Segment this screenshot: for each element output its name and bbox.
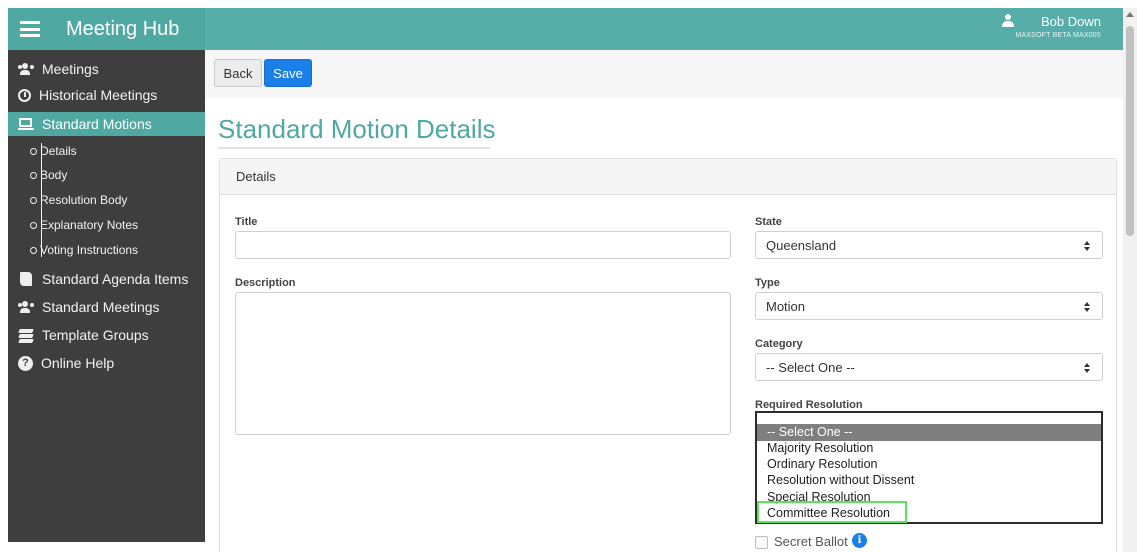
submenu-item-label: Resolution Body <box>40 193 128 207</box>
active-indicator <box>205 116 213 132</box>
hamburger-menu-icon[interactable] <box>20 21 40 37</box>
bullet-icon <box>30 171 37 179</box>
sidebar-item-label: Historical Meetings <box>39 87 158 103</box>
submenu-item-resolution-body[interactable]: Resolution Body <box>8 189 205 211</box>
category-select[interactable]: -- Select One -- <box>755 353 1103 381</box>
state-select[interactable]: Queensland <box>755 231 1103 259</box>
sidebar-item-label: Standard Agenda Items <box>42 271 189 287</box>
type-select[interactable]: Motion <box>755 292 1103 320</box>
state-label: State <box>755 216 782 228</box>
bottom-strip <box>0 542 210 552</box>
bullet-icon <box>30 147 37 155</box>
option-resolution-without-dissent[interactable]: Resolution without Dissent <box>757 472 1101 489</box>
scroll-thumb[interactable] <box>1126 26 1134 236</box>
top-bar: Bob Down MAXSOFT BETA MAX005 <box>205 8 1123 50</box>
app-title: Meeting Hub <box>66 17 180 40</box>
sidebar-item-standard-motions[interactable]: Standard Motions <box>8 112 213 136</box>
back-button[interactable]: Back <box>214 59 262 87</box>
bullet-icon <box>30 246 37 254</box>
scroll-icon <box>18 272 34 286</box>
toolbar: Back Save <box>205 50 1123 98</box>
submenu-item-body[interactable]: Body <box>8 164 205 186</box>
sidebar-item-meetings[interactable]: Meetings <box>8 57 205 81</box>
user-organisation: MAXSOFT BETA MAX005 <box>1015 32 1101 39</box>
highlight-box <box>757 501 907 523</box>
scrollbar[interactable] <box>1123 8 1137 552</box>
secret-ballot-label: Secret Ballot <box>774 534 848 549</box>
select-arrows-icon <box>1084 363 1090 375</box>
bullet-icon <box>30 221 37 229</box>
select-arrows-icon <box>1084 241 1090 253</box>
sidebar-item-standard-meetings[interactable]: Standard Meetings <box>8 295 205 319</box>
layers-icon <box>18 328 34 343</box>
help-icon: ? <box>18 355 33 371</box>
history-icon <box>18 88 31 102</box>
required-resolution-label: Required Resolution <box>755 399 863 411</box>
sidebar-item-label: Meetings <box>42 61 99 77</box>
sidebar: Meetings Historical Meetings Standard Mo… <box>8 50 213 542</box>
user-icon[interactable] <box>1001 14 1015 30</box>
sidebar-item-template-groups[interactable]: Template Groups <box>8 323 205 347</box>
sidebar-item-online-help[interactable]: ? Online Help <box>8 351 205 375</box>
description-textarea[interactable] <box>235 292 731 435</box>
type-label: Type <box>755 277 780 289</box>
submenu-item-details[interactable]: Details <box>8 140 205 162</box>
title-input[interactable] <box>235 231 731 259</box>
save-button[interactable]: Save <box>264 59 312 87</box>
info-icon[interactable]: i <box>852 533 867 548</box>
option-ordinary-resolution[interactable]: Ordinary Resolution <box>757 456 1101 473</box>
bullet-icon <box>30 196 37 204</box>
state-select-value: Queensland <box>766 237 837 253</box>
sidebar-item-label: Standard Motions <box>42 116 152 132</box>
sidebar-item-label: Online Help <box>41 355 115 371</box>
secret-ballot-checkbox[interactable] <box>755 536 768 549</box>
sidebar-item-label: Template Groups <box>42 327 149 343</box>
submenu-item-label: Details <box>40 144 77 158</box>
left-edge <box>0 8 8 542</box>
description-label: Description <box>235 277 296 289</box>
users-icon <box>18 62 34 76</box>
submenu-item-label: Body <box>40 168 68 182</box>
scroll-up-icon[interactable] <box>1126 12 1134 17</box>
submenu-item-label: Explanatory Notes <box>40 218 139 232</box>
app-brand: Meeting Hub <box>8 8 205 50</box>
page-title: Standard Motion Details <box>218 114 496 144</box>
title-underline <box>218 147 490 149</box>
option-majority-resolution[interactable]: Majority Resolution <box>757 440 1101 457</box>
category-select-value: -- Select One -- <box>766 359 855 375</box>
submenu-item-explanatory-notes[interactable]: Explanatory Notes <box>8 214 205 236</box>
panel-heading: Details <box>220 159 1116 195</box>
type-select-value: Motion <box>766 298 806 314</box>
title-label: Title <box>235 216 258 228</box>
sidebar-item-historical-meetings[interactable]: Historical Meetings <box>8 83 205 107</box>
sidebar-item-standard-agenda-items[interactable]: Standard Agenda Items <box>8 267 205 291</box>
sidebar-item-label: Standard Meetings <box>42 299 160 315</box>
category-label: Category <box>755 338 803 350</box>
user-name[interactable]: Bob Down <box>1041 14 1101 29</box>
submenu-item-label: Voting Instructions <box>40 243 139 257</box>
group-icon <box>18 300 34 314</box>
select-arrows-icon <box>1084 302 1090 314</box>
submenu-item-voting-instructions[interactable]: Voting Instructions <box>8 239 205 261</box>
option-select-one[interactable]: -- Select One -- <box>757 424 1101 441</box>
board-icon <box>18 117 34 131</box>
